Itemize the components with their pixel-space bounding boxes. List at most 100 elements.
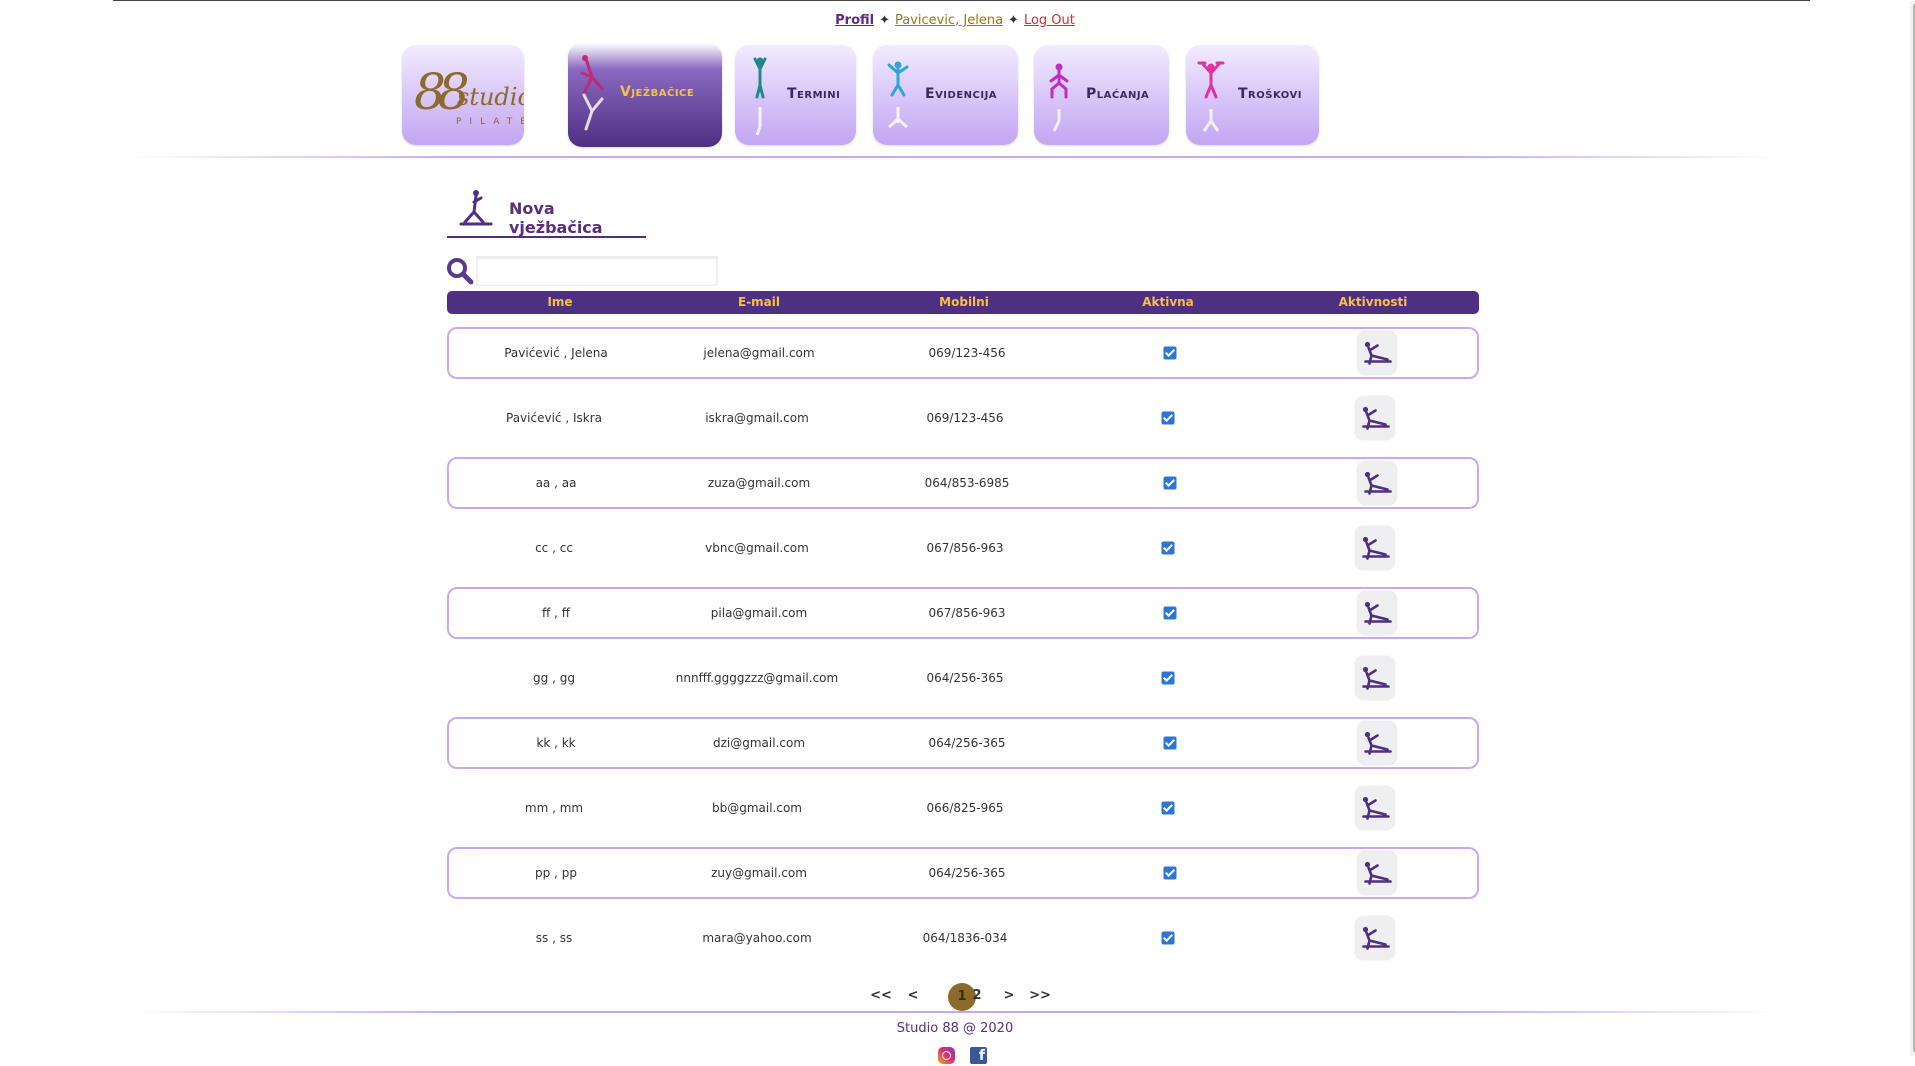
- pilates-pose-icon: [1364, 731, 1392, 755]
- member-phone: 064/1836-034: [922, 931, 1008, 945]
- activities-button[interactable]: [1356, 720, 1398, 766]
- member-phone: 069/123-456: [928, 346, 1006, 360]
- member-name: aa , aa: [535, 476, 577, 490]
- tab-termini[interactable]: Termini: [735, 45, 856, 145]
- pilates-pose-icon: [1364, 601, 1392, 625]
- footer-divider: [128, 1011, 1782, 1013]
- active-checkbox[interactable]: [1163, 346, 1177, 360]
- page-2-button[interactable]: 2: [972, 988, 981, 1003]
- table-row[interactable]: ff , ff pila@gmail.com 067/856-963: [447, 587, 1479, 639]
- logo-tile[interactable]: 88 studio PILATES: [402, 45, 524, 145]
- pilates-pose-icon: [1362, 536, 1390, 560]
- tab-troskovi[interactable]: Troškovi: [1186, 45, 1319, 145]
- header-ime: Ime: [547, 295, 573, 309]
- tab-vjezbacice[interactable]: Vježbačice: [568, 43, 722, 147]
- member-phone: 064/256-365: [928, 736, 1006, 750]
- pilates-pose-icon: [1362, 796, 1390, 820]
- member-name: gg , gg: [533, 671, 575, 685]
- new-member-label: Nova vježbačica: [509, 199, 603, 237]
- member-name: kk , kk: [536, 736, 576, 750]
- member-email: zuy@gmail.com: [711, 866, 807, 880]
- activities-button[interactable]: [1356, 330, 1398, 376]
- active-checkbox[interactable]: [1161, 411, 1175, 425]
- tab-evidencija[interactable]: Evidencija: [873, 45, 1018, 145]
- table-row[interactable]: mm , mm bb@gmail.com 066/825-965: [447, 782, 1479, 834]
- member-email: nnnfff.ggggzzz@gmail.com: [675, 671, 839, 685]
- table-header: Ime E-mail Mobilni Aktivna Aktivnosti: [447, 291, 1479, 314]
- member-phone: 066/825-965: [926, 801, 1004, 815]
- tab-label: Vježbačice: [620, 84, 695, 100]
- member-name: Pavićević , Jelena: [504, 346, 608, 360]
- member-phone: 064/853-6985: [924, 476, 1010, 490]
- member-name: ss , ss: [535, 931, 573, 945]
- member-email: jelena@gmail.com: [703, 346, 815, 360]
- activities-button[interactable]: [1354, 395, 1396, 441]
- active-checkbox[interactable]: [1163, 606, 1177, 620]
- table-row[interactable]: kk , kk dzi@gmail.com 064/256-365: [447, 717, 1479, 769]
- table-row[interactable]: ss , ss mara@yahoo.com 064/1836-034: [447, 912, 1479, 964]
- active-checkbox[interactable]: [1161, 931, 1175, 945]
- activities-button[interactable]: [1354, 915, 1396, 961]
- facebook-icon[interactable]: f: [970, 1047, 987, 1064]
- search-icon[interactable]: [446, 257, 474, 285]
- logo-number: 88: [414, 63, 470, 121]
- pilates-pose-icon: [1362, 926, 1390, 950]
- active-checkbox[interactable]: [1161, 541, 1175, 555]
- logout-link[interactable]: Log Out: [1024, 13, 1075, 28]
- tab-label: Plaćanja: [1086, 86, 1150, 102]
- member-phone: 067/856-963: [928, 606, 1006, 620]
- table-row[interactable]: cc , cc vbnc@gmail.com 067/856-963: [447, 522, 1479, 574]
- exercise-figure-icon: [887, 61, 909, 129]
- activities-button[interactable]: [1356, 590, 1398, 636]
- member-name: Pavićević , Iskra: [506, 411, 602, 425]
- member-email: iskra@gmail.com: [705, 411, 809, 425]
- member-name: ff , ff: [542, 606, 570, 620]
- last-page-button[interactable]: >>: [1029, 988, 1051, 1003]
- page: Profil ✦ Pavicevic, Jelena ✦ Log Out 88 stud…: [113, 0, 1915, 1064]
- scrollbar[interactable]: [1910, 1, 1915, 1056]
- profile-link[interactable]: Profil: [835, 13, 874, 28]
- active-checkbox[interactable]: [1163, 866, 1177, 880]
- activities-button[interactable]: [1356, 850, 1398, 896]
- active-checkbox[interactable]: [1161, 801, 1175, 815]
- footer-text: Studio 88 @ 2020: [896, 1021, 1014, 1036]
- pilates-pose-icon: [1364, 471, 1392, 495]
- instagram-icon[interactable]: [938, 1047, 955, 1064]
- table-row[interactable]: Pavićević , Iskra iskra@gmail.com 069/123-…: [447, 392, 1479, 444]
- activities-button[interactable]: [1354, 785, 1396, 831]
- search-input[interactable]: [476, 256, 718, 286]
- activities-button[interactable]: [1354, 655, 1396, 701]
- active-checkbox[interactable]: [1163, 736, 1177, 750]
- dancer-icon: [580, 55, 604, 131]
- table-row[interactable]: Pavićević , Jelena jelena@gmail.com 069/12…: [447, 327, 1479, 379]
- tab-placanja[interactable]: Plaćanja: [1034, 45, 1169, 145]
- squat-figure-icon: [1049, 63, 1069, 132]
- tab-label: Evidencija: [925, 86, 998, 102]
- member-name: mm , mm: [524, 801, 584, 815]
- pilates-pose-icon: [1362, 666, 1390, 690]
- table-row[interactable]: gg , gg nnnfff.ggggzzz@gmail.com 064/256-3…: [447, 652, 1479, 704]
- activities-button[interactable]: [1356, 460, 1398, 506]
- logo-word: studio: [457, 83, 524, 111]
- table-row[interactable]: aa , aa zuza@gmail.com 064/853-6985: [447, 457, 1479, 509]
- separator-icon: ✦: [879, 13, 890, 28]
- member-name: pp , pp: [535, 866, 577, 880]
- new-member-button[interactable]: Nova vježbačica: [447, 184, 646, 238]
- active-checkbox[interactable]: [1161, 671, 1175, 685]
- first-page-button[interactable]: <<: [870, 988, 892, 1003]
- member-email: bb@gmail.com: [711, 801, 803, 815]
- member-email: dzi@gmail.com: [712, 736, 806, 750]
- pilates-pose-icon: [1362, 406, 1390, 430]
- activities-button[interactable]: [1354, 525, 1396, 571]
- logo-subtitle: PILATES: [456, 117, 524, 127]
- header-aktivna: Aktivna: [1142, 295, 1194, 309]
- top-links: Profil ✦ Pavicevic, Jelena ✦ Log Out: [113, 13, 1797, 28]
- table-row[interactable]: pp , pp zuy@gmail.com 064/256-365: [447, 847, 1479, 899]
- next-page-button[interactable]: >: [1004, 988, 1015, 1003]
- pilates-pose-icon: [1364, 341, 1392, 365]
- prev-page-button[interactable]: <: [908, 988, 919, 1003]
- active-checkbox[interactable]: [1163, 476, 1177, 490]
- user-link[interactable]: Pavicevic, Jelena: [895, 13, 1003, 28]
- pagination: << < 1 2 > >>: [113, 983, 1797, 1013]
- member-phone: 067/856-963: [926, 541, 1004, 555]
